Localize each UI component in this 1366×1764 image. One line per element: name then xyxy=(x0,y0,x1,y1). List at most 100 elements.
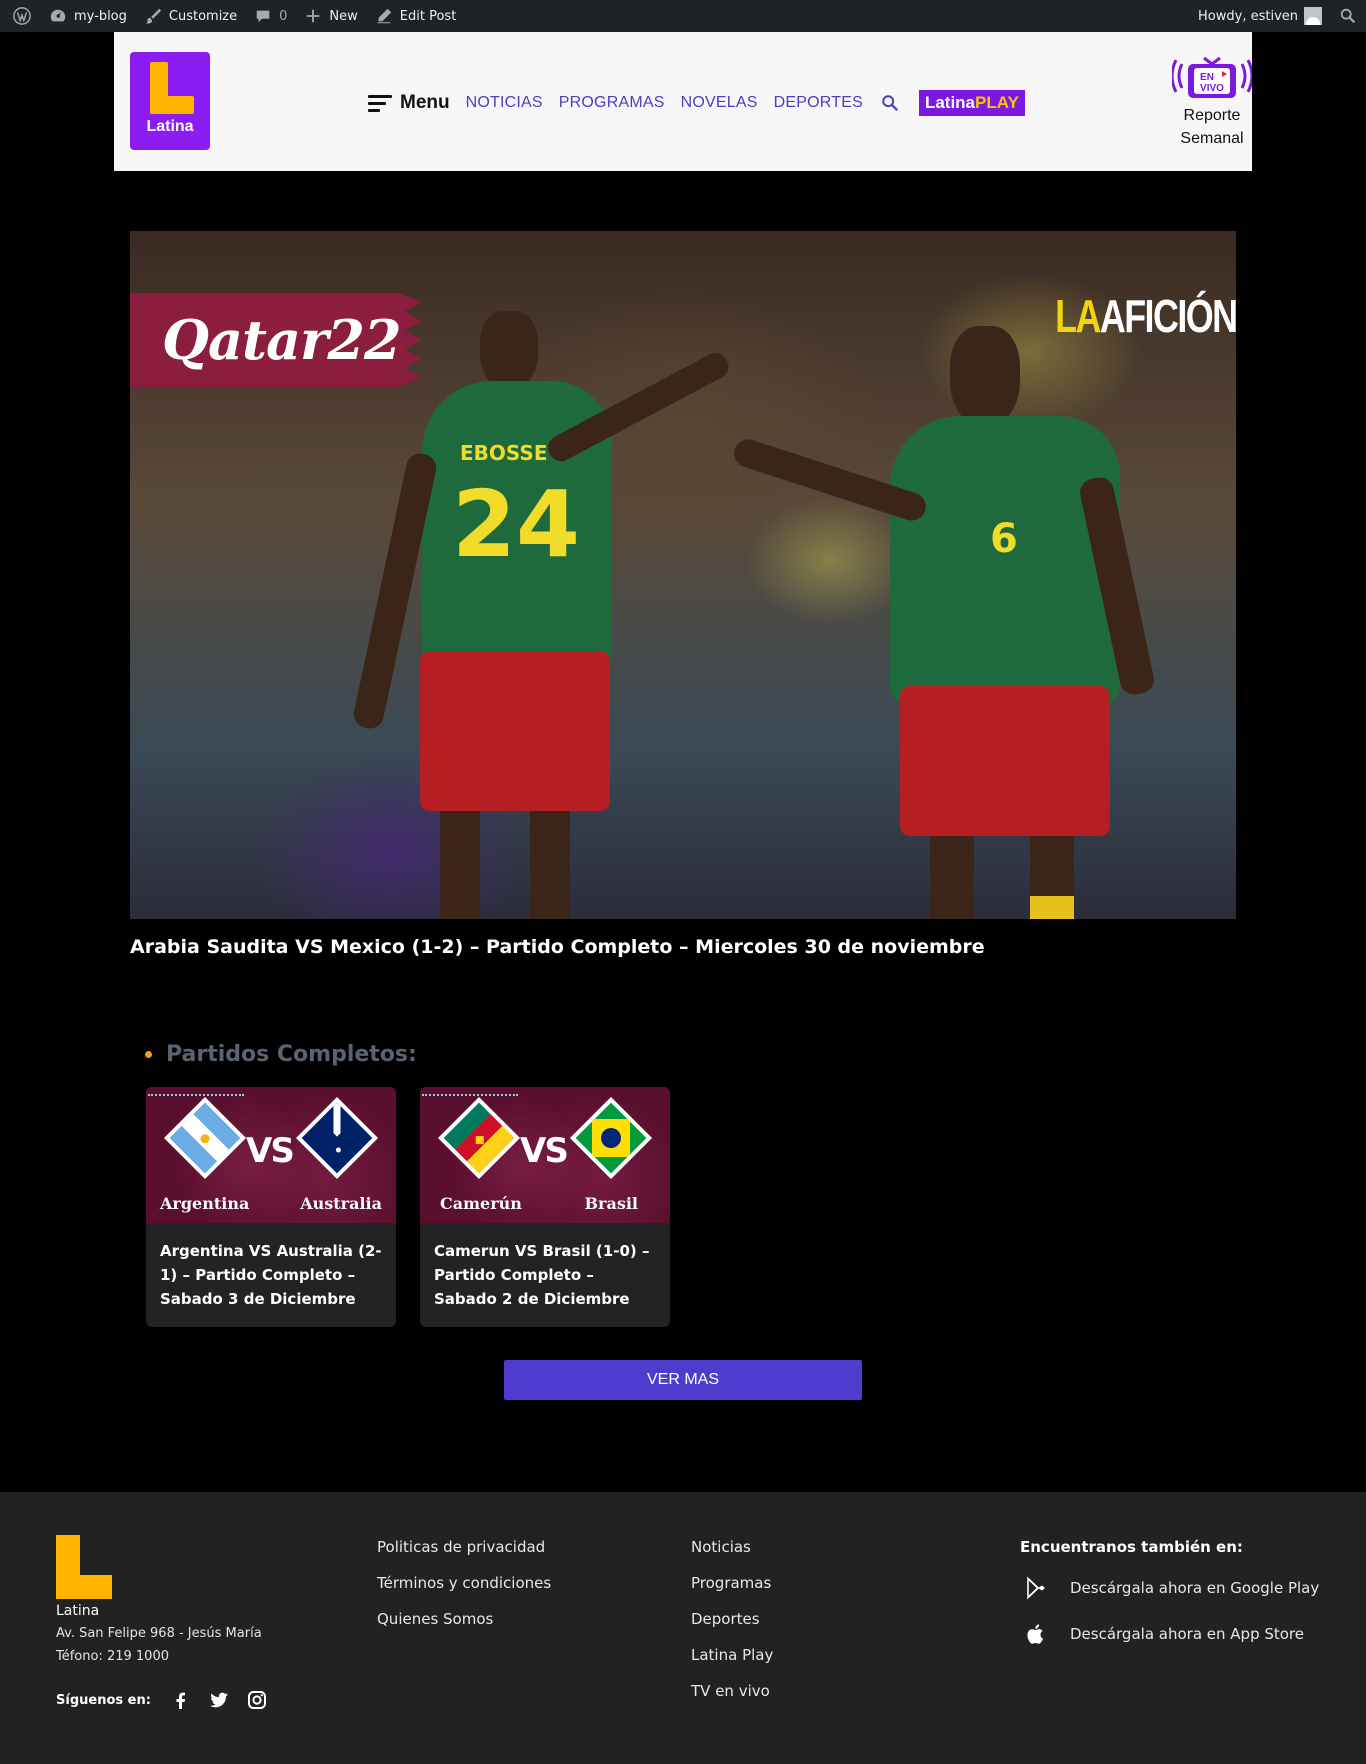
ebosse-name: EBOSSE xyxy=(460,441,548,465)
comments-link[interactable]: 0 xyxy=(245,0,295,32)
team2-name: Brasil xyxy=(584,1194,638,1213)
team1-name: Camerún xyxy=(440,1194,522,1213)
nav-programas[interactable]: PROGRAMAS xyxy=(559,94,665,112)
latina-l-mark xyxy=(146,62,194,116)
admin-search-button[interactable] xyxy=(1330,0,1366,32)
footer-programas-link[interactable]: Programas xyxy=(691,1574,773,1592)
wordpress-logo-menu[interactable] xyxy=(4,0,40,32)
dashboard-icon xyxy=(48,6,68,26)
site-footer: Latina Av. San Felipe 968 - Jesús María … xyxy=(0,1492,1366,1764)
main-nav: Menu NOTICIAS PROGRAMAS NOVELAS DEPORTES… xyxy=(368,88,1025,118)
match-title: Camerun VS Brasil (1-0) – Partido Comple… xyxy=(434,1242,650,1308)
footer-logo[interactable] xyxy=(56,1535,112,1599)
brazil-flag-icon xyxy=(569,1096,653,1180)
instagram-icon[interactable] xyxy=(247,1690,267,1710)
match-card[interactable]: VS Camerún Brasil Camerun VS Brasil (1-0… xyxy=(420,1087,670,1327)
edit-post-link[interactable]: Edit Post xyxy=(366,0,465,32)
en-vivo-label-line1: Reporte xyxy=(1183,107,1241,124)
facebook-icon[interactable] xyxy=(171,1690,191,1710)
player-right: 6 xyxy=(730,326,1190,919)
terms-link[interactable]: Términos y condiciones xyxy=(377,1574,551,1592)
about-link[interactable]: Quienes Somos xyxy=(377,1610,551,1628)
social-links: Síguenos en: xyxy=(56,1690,267,1710)
bullet-dot xyxy=(145,1051,152,1058)
argentina-flag-icon xyxy=(163,1096,247,1180)
nav-deportes[interactable]: DEPORTES xyxy=(774,94,863,112)
en-vivo-label: Reporte Semanal xyxy=(1154,104,1270,150)
footer-deportes-link[interactable]: Deportes xyxy=(691,1610,773,1628)
match-card[interactable]: VS Argentina Australia Argentina VS Aust… xyxy=(146,1087,396,1327)
footer-address: Av. San Felipe 968 - Jesús María xyxy=(56,1626,262,1641)
logo-text: Latina xyxy=(146,118,194,135)
en-vivo-badge-line1: EN xyxy=(1200,72,1214,83)
latina-logo[interactable]: Latina xyxy=(130,52,210,150)
google-play-label: Descárgala ahora en Google Play xyxy=(1070,1579,1320,1597)
footer-noticias-link[interactable]: Noticias xyxy=(691,1538,773,1556)
apps-heading: Encuentranos también en: xyxy=(1020,1538,1243,1556)
tv-live-icon: EN VIVO xyxy=(1170,56,1254,98)
section-heading: Partidos Completos: xyxy=(145,1042,417,1067)
privacy-link[interactable]: Politicas de privacidad xyxy=(377,1538,551,1556)
footer-latina-play-link[interactable]: Latina Play xyxy=(691,1646,773,1664)
latina-play-play: PLAY xyxy=(975,93,1019,112)
player-six-number: 6 xyxy=(990,516,1018,562)
en-vivo-link[interactable]: EN VIVO Reporte Semanal xyxy=(1154,52,1270,150)
footer-phone: Téfono: 219 1000 xyxy=(56,1649,169,1664)
footer-legal-links: Politicas de privacidad Términos y condi… xyxy=(377,1538,551,1628)
featured-post-title[interactable]: Arabia Saudita VS Mexico (1-2) – Partido… xyxy=(130,936,985,958)
footer-section-links: Noticias Programas Deportes Latina Play … xyxy=(691,1538,773,1700)
avatar xyxy=(1304,7,1322,25)
search-icon xyxy=(1338,6,1358,26)
search-icon[interactable] xyxy=(881,94,899,112)
new-content-link[interactable]: New xyxy=(295,0,365,32)
site-name-link[interactable]: my-blog xyxy=(40,0,135,32)
menu-label: Menu xyxy=(400,92,450,113)
customize-label: Customize xyxy=(168,8,238,24)
app-store-label: Descárgala ahora en App Store xyxy=(1070,1625,1305,1643)
australia-flag-icon xyxy=(295,1096,379,1180)
pencil-icon xyxy=(374,6,394,26)
google-play-link[interactable]: Descárgala ahora en Google Play xyxy=(1024,1576,1319,1600)
match-title: Argentina VS Australia (2-1) – Partido C… xyxy=(160,1242,382,1308)
footer-tv-en-vivo-link[interactable]: TV en vivo xyxy=(691,1682,773,1700)
match-thumbnail: VS Camerún Brasil xyxy=(420,1087,670,1223)
wordpress-icon xyxy=(12,6,32,26)
featured-image[interactable]: Qatar22 LAAFICIÓN EBOSSE 24 6 xyxy=(130,231,1236,919)
latina-play-latina: Latina xyxy=(924,93,975,112)
twitter-icon[interactable] xyxy=(209,1690,229,1710)
site-header: Latina Menu NOTICIAS PROGRAMAS NOVELAS D… xyxy=(114,32,1254,171)
comments-count: 0 xyxy=(279,8,288,24)
en-vivo-badge-line2: VIVO xyxy=(1200,83,1224,94)
comment-icon xyxy=(253,6,273,26)
follow-label: Síguenos en: xyxy=(56,1692,151,1708)
plus-icon xyxy=(303,6,323,26)
site-name: my-blog xyxy=(74,8,127,24)
vs-text: VS xyxy=(520,1131,569,1171)
nav-noticias[interactable]: NOTICIAS xyxy=(466,94,543,112)
team1-name: Argentina xyxy=(160,1194,250,1213)
dotted-line xyxy=(422,1094,518,1096)
app-store-link[interactable]: Descárgala ahora en App Store xyxy=(1024,1622,1319,1646)
customize-link[interactable]: Customize xyxy=(135,0,245,32)
cameroon-flag-icon xyxy=(437,1096,521,1180)
my-account-menu[interactable]: Howdy, estiven xyxy=(1190,0,1330,32)
footer-contact: Av. San Felipe 968 - Jesús María Téfono:… xyxy=(56,1622,262,1668)
howdy-text: Howdy, estiven xyxy=(1198,8,1298,24)
edit-post-label: Edit Post xyxy=(399,8,457,24)
footer-brand: Latina xyxy=(56,1603,100,1619)
apple-icon xyxy=(1027,1624,1043,1644)
wp-admin-bar: my-blog Customize 0 New Edit Post Howdy,… xyxy=(0,0,1366,32)
hamburger-icon xyxy=(368,94,392,112)
ver-mas-button[interactable]: VER MAS xyxy=(504,1360,862,1400)
vs-text: VS xyxy=(246,1131,295,1171)
nav-novelas[interactable]: NOVELAS xyxy=(681,94,758,112)
app-downloads: Encuentranos también en: Descárgala ahor… xyxy=(1020,1538,1319,1668)
google-play-icon xyxy=(1027,1576,1045,1600)
ebosse-number: 24 xyxy=(452,471,581,578)
latina-play-button[interactable]: LatinaPLAY xyxy=(918,90,1025,116)
menu-button[interactable]: Menu xyxy=(368,92,450,114)
match-thumbnail: VS Argentina Australia xyxy=(146,1087,396,1223)
section-title: Partidos Completos: xyxy=(166,1042,417,1067)
new-label: New xyxy=(329,8,358,24)
team2-name: Australia xyxy=(300,1194,382,1213)
